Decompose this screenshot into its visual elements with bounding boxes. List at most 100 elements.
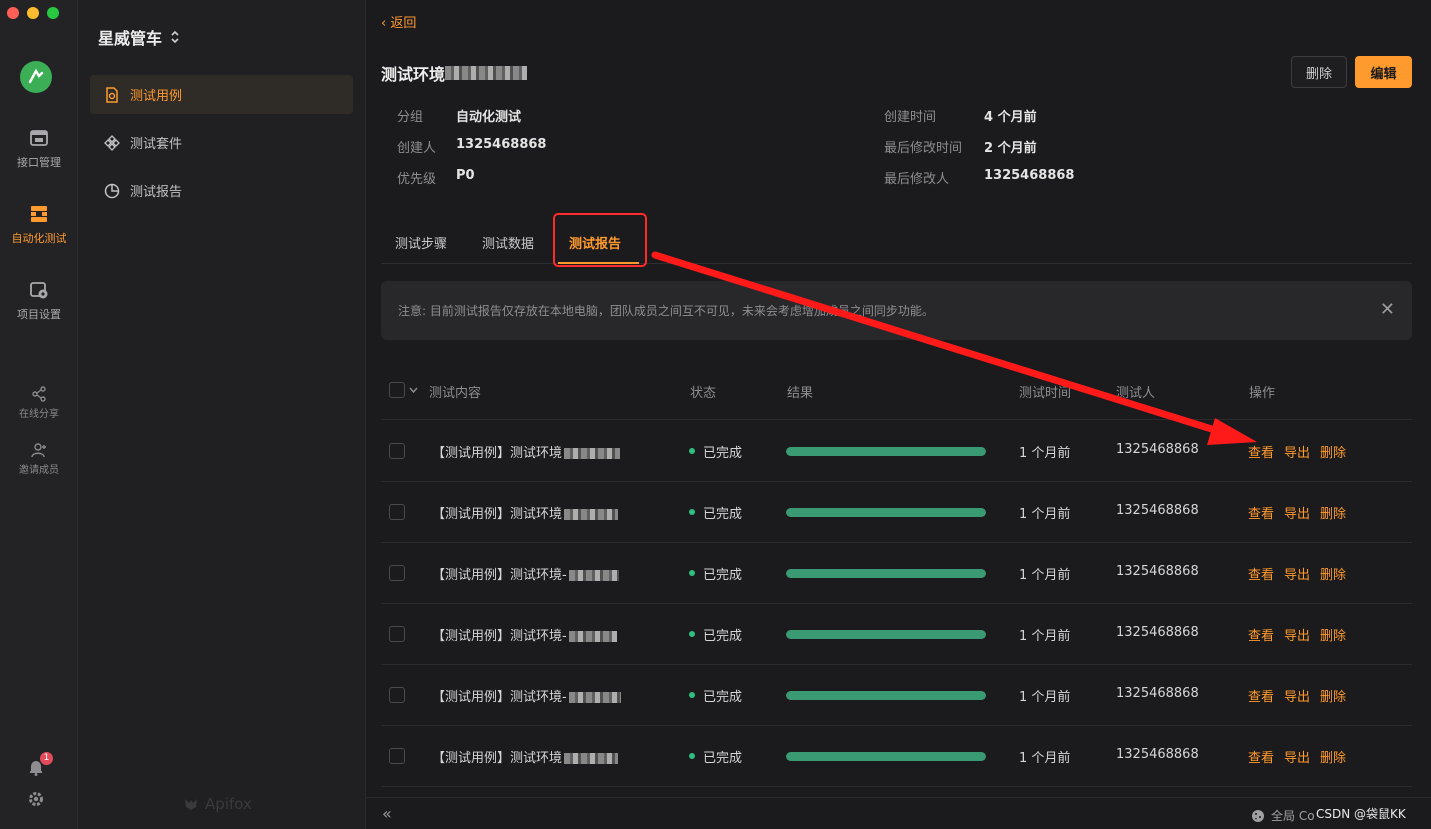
column-header-result: 结果 <box>787 386 814 401</box>
row-test-time: 1 个月前 <box>1019 446 1071 461</box>
sidebar-item-test-case[interactable]: 测试用例 <box>90 75 353 114</box>
result-progress-fill <box>786 447 986 456</box>
cookie-icon <box>1252 809 1264 822</box>
sidebar-item-label: 测试套件 <box>130 137 183 152</box>
row-checkbox[interactable] <box>389 687 405 703</box>
redacted-text <box>568 631 617 642</box>
row-status: 已完成 <box>703 507 743 522</box>
export-link[interactable]: 导出 <box>1284 686 1310 705</box>
brand-logo: Apifox <box>183 795 252 813</box>
delete-button[interactable]: 删除 <box>1291 56 1347 88</box>
row-content[interactable]: 【测试用例】测试环境 <box>432 442 621 461</box>
sidebar-item-test-report[interactable]: 测试报告 <box>90 171 353 210</box>
project-switcher[interactable]: 星威管车 <box>98 25 180 49</box>
view-link[interactable]: 查看 <box>1248 747 1274 766</box>
delete-link[interactable]: 删除 <box>1320 503 1346 522</box>
notice-banner: 注意: 目前测试报告仅存放在本地电脑，团队成员之间互不可见，未来会考虑增加成员之… <box>381 281 1412 340</box>
column-header-content: 测试内容 <box>429 386 482 401</box>
gear-icon[interactable] <box>27 790 45 808</box>
tab-bar: 测试步骤 测试数据 测试报告 <box>381 212 1412 264</box>
export-link[interactable]: 导出 <box>1284 564 1310 583</box>
export-link[interactable]: 导出 <box>1284 747 1310 766</box>
result-progress-bar <box>786 691 986 700</box>
main-panel: ‹ 返回 测试环境 删除 编辑 分组 自动化测试 创建人 1325468868 … <box>366 0 1431 829</box>
share-icon <box>32 386 46 402</box>
rail-item-automation[interactable]: 自动化测试 <box>0 204 78 246</box>
view-link[interactable]: 查看 <box>1248 625 1274 644</box>
row-content-text: 【测试用例】测试环境 <box>432 751 563 766</box>
row-checkbox[interactable] <box>389 565 405 581</box>
result-progress-bar <box>786 447 986 456</box>
table-row[interactable]: 【测试用例】测试环境- 已完成 1 个月前 1325468868 查看 导出 删… <box>381 665 1412 726</box>
edit-button[interactable]: 编辑 <box>1355 56 1412 88</box>
rail-item-api[interactable]: 接口管理 <box>0 128 78 170</box>
back-link[interactable]: ‹ 返回 <box>381 12 416 31</box>
rail-item-invite[interactable]: 邀请成员 <box>0 442 78 476</box>
meta-value-group: 自动化测试 <box>456 110 522 125</box>
chevron-down-icon[interactable] <box>409 387 418 393</box>
delete-link[interactable]: 删除 <box>1320 747 1346 766</box>
table-row[interactable]: 【测试用例】测试环境 已完成 1 个月前 1325468868 查看 导出 删除 <box>381 726 1412 787</box>
result-progress-bar <box>786 630 986 639</box>
close-icon[interactable]: ✕ <box>1380 299 1395 320</box>
row-checkbox[interactable] <box>389 748 405 764</box>
tab-test-steps[interactable]: 测试步骤 <box>395 233 447 252</box>
row-content[interactable]: 【测试用例】测试环境 <box>432 503 619 522</box>
collapse-sidebar-button[interactable]: « <box>382 804 392 823</box>
export-link[interactable]: 导出 <box>1284 442 1310 461</box>
sidebar-item-test-suite[interactable]: 测试套件 <box>90 123 353 162</box>
select-all-checkbox[interactable] <box>389 382 405 398</box>
status-dot <box>689 570 695 576</box>
delete-link[interactable]: 删除 <box>1320 564 1346 583</box>
export-link[interactable]: 导出 <box>1284 625 1310 644</box>
project-settings-icon <box>30 282 48 299</box>
row-content[interactable]: 【测试用例】测试环境- <box>432 686 621 705</box>
row-checkbox[interactable] <box>389 443 405 459</box>
row-checkbox[interactable] <box>389 626 405 642</box>
project-name: 星威管车 <box>98 29 163 48</box>
row-tester: 1325468868 <box>1116 503 1199 518</box>
row-checkbox[interactable] <box>389 504 405 520</box>
meta-value-modifier: 1325468868 <box>984 168 1075 183</box>
view-link[interactable]: 查看 <box>1248 503 1274 522</box>
rail-item-project-settings[interactable]: 项目设置 <box>0 280 78 322</box>
row-content[interactable]: 【测试用例】测试环境- <box>432 564 619 583</box>
table-row[interactable]: 【测试用例】测试环境 已完成 1 个月前 1325468868 查看 导出 删除 <box>381 421 1412 482</box>
row-status: 已完成 <box>703 751 743 766</box>
row-content[interactable]: 【测试用例】测试环境- <box>432 625 617 644</box>
table-row[interactable]: 【测试用例】测试环境- 已完成 1 个月前 1325468868 查看 导出 删… <box>381 543 1412 604</box>
result-progress-fill <box>786 630 986 639</box>
brand-name: Apifox <box>205 795 252 813</box>
tab-test-data[interactable]: 测试数据 <box>482 233 534 252</box>
rail-item-label: 自动化测试 <box>11 232 67 245</box>
rail-item-label: 在线分享 <box>19 409 59 420</box>
maximize-window-button[interactable] <box>47 7 59 19</box>
column-header-tester: 测试人 <box>1116 386 1156 401</box>
delete-link[interactable]: 删除 <box>1320 442 1346 461</box>
result-progress-fill <box>786 569 986 578</box>
delete-link[interactable]: 删除 <box>1320 625 1346 644</box>
table-row[interactable]: 【测试用例】测试环境- 已完成 1 个月前 1325468868 查看 导出 删… <box>381 604 1412 665</box>
delete-link[interactable]: 删除 <box>1320 686 1346 705</box>
chevron-updown-icon <box>171 30 179 44</box>
row-status: 已完成 <box>703 629 743 644</box>
meta-value-created: 4 个月前 <box>984 110 1037 125</box>
minimize-window-button[interactable] <box>27 7 39 19</box>
close-window-button[interactable] <box>7 7 19 19</box>
view-link[interactable]: 查看 <box>1248 442 1274 461</box>
row-content-text: 【测试用例】测试环境- <box>432 690 567 705</box>
export-link[interactable]: 导出 <box>1284 503 1310 522</box>
status-dot <box>689 692 695 698</box>
global-cookie-toggle[interactable]: 全局 Co <box>1251 807 1315 824</box>
team-avatar[interactable] <box>20 61 52 93</box>
meta-value-modified: 2 个月前 <box>984 141 1037 156</box>
table-row[interactable]: 【测试用例】测试环境 已完成 1 个月前 1325468868 查看 导出 删除 <box>381 482 1412 543</box>
view-link[interactable]: 查看 <box>1248 564 1274 583</box>
redacted-text <box>564 753 619 764</box>
annotation-highlight-box <box>553 213 647 267</box>
view-link[interactable]: 查看 <box>1248 686 1274 705</box>
rail-item-share[interactable]: 在线分享 <box>0 386 78 420</box>
meta-value-priority: P0 <box>456 168 475 183</box>
row-tester: 1325468868 <box>1116 564 1199 579</box>
row-content[interactable]: 【测试用例】测试环境 <box>432 747 619 766</box>
